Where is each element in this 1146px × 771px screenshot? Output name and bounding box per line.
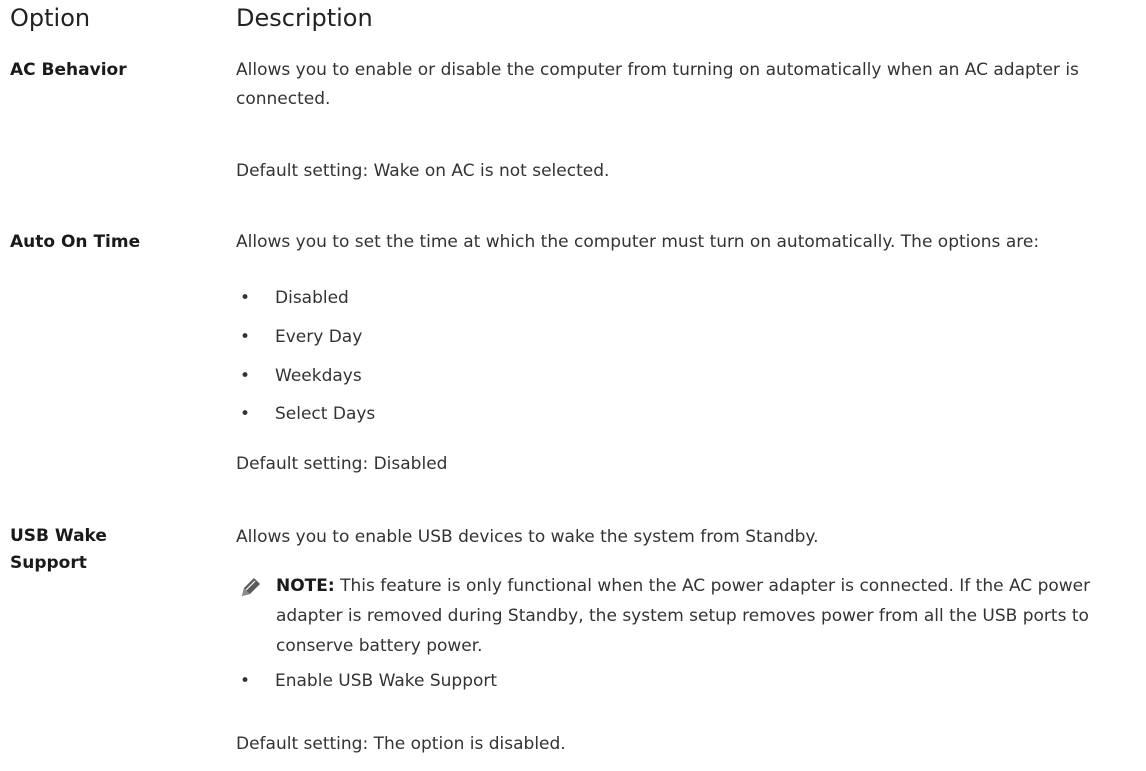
option-description-usb-wake-support: Allows you to enable USB devices to wake… [236, 527, 819, 547]
description-column-header: Description [236, 4, 373, 32]
option-name-usb-wake-support: USB Wake Support [10, 523, 210, 577]
bullet-icon: • [240, 327, 251, 347]
list-item: • Every Day [236, 323, 362, 352]
bullet-icon: • [240, 288, 251, 308]
list-item-label: Weekdays [275, 366, 362, 386]
list-item: • Disabled [236, 284, 349, 313]
list-item: • Select Days [236, 400, 375, 429]
pencil-icon [240, 576, 262, 598]
list-item-label: Every Day [275, 327, 363, 347]
list-item-label: Enable USB Wake Support [275, 671, 498, 691]
list-item: • Enable USB Wake Support [236, 667, 497, 696]
list-item-label: Disabled [275, 288, 349, 308]
bullet-icon: • [240, 671, 251, 691]
default-setting-usb-wake-support: Default setting: The option is disabled. [236, 734, 566, 754]
option-name-auto-on-time: Auto On Time [10, 232, 141, 252]
note-body: This feature is only functional when the… [276, 576, 1091, 656]
list-item-label: Select Days [275, 404, 376, 424]
option-column-header: Option [10, 4, 91, 32]
list-item: • Weekdays [236, 362, 362, 391]
option-description-ac-behavior: Allows you to enable or disable the comp… [236, 60, 1079, 109]
option-name-line: Support [10, 553, 87, 573]
default-setting-ac-behavior: Default setting: Wake on AC is not selec… [236, 161, 610, 181]
option-name-line: USB Wake [10, 526, 107, 546]
option-description-auto-on-time: Allows you to set the time at which the … [236, 232, 1040, 252]
note-label: NOTE: [276, 576, 335, 596]
bullet-icon: • [240, 404, 251, 424]
option-name-ac-behavior: AC Behavior [10, 60, 127, 80]
bullet-icon: • [240, 366, 251, 386]
default-setting-auto-on-time: Default setting: Disabled [236, 454, 448, 474]
note-text: NOTE: This feature is only functional wh… [276, 571, 1141, 661]
